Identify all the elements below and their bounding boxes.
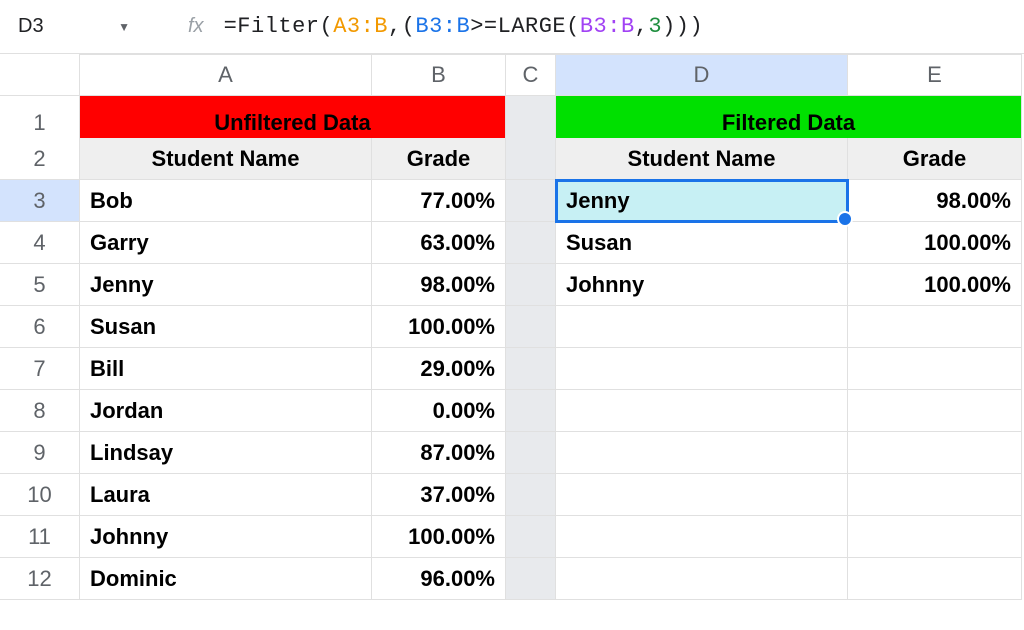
table-row[interactable]: 98.00% <box>848 180 1022 222</box>
table-row[interactable]: Bill <box>80 348 372 390</box>
table-row[interactable]: Jenny <box>556 180 848 222</box>
row-header-12[interactable]: 12 <box>0 558 80 600</box>
table-row[interactable] <box>848 558 1022 600</box>
table-row[interactable]: 29.00% <box>372 348 506 390</box>
table-row[interactable]: 100.00% <box>848 222 1022 264</box>
table-row[interactable] <box>848 390 1022 432</box>
table-row[interactable] <box>556 558 848 600</box>
row-header-11[interactable]: 11 <box>0 516 80 558</box>
table-row[interactable]: 37.00% <box>372 474 506 516</box>
cell-C4[interactable] <box>506 222 556 264</box>
table-row[interactable]: Susan <box>80 306 372 348</box>
formula-token: >=LARGE( <box>470 14 580 39</box>
row-header-10[interactable]: 10 <box>0 474 80 516</box>
col-header-B[interactable]: B <box>372 54 506 96</box>
table-row[interactable]: Lindsay <box>80 432 372 474</box>
table-row[interactable]: Johnny <box>556 264 848 306</box>
table-row[interactable] <box>556 432 848 474</box>
formula-token: 3 <box>648 14 662 39</box>
table-row[interactable]: 100.00% <box>372 306 506 348</box>
cell-C11[interactable] <box>506 516 556 558</box>
table-row[interactable] <box>848 474 1022 516</box>
spreadsheet-grid[interactable]: ABCDE1Unfiltered DataFiltered Data2Stude… <box>0 54 1024 600</box>
chevron-down-icon[interactable]: ▼ <box>118 20 130 34</box>
table-row[interactable]: 87.00% <box>372 432 506 474</box>
table-row[interactable] <box>848 306 1022 348</box>
fx-icon: fx <box>138 15 224 38</box>
table-row[interactable]: 63.00% <box>372 222 506 264</box>
col-header-A[interactable]: A <box>80 54 372 96</box>
filtered-col-student: Student Name <box>556 138 848 180</box>
formula-token: =Filter( <box>224 14 334 39</box>
col-header-D[interactable]: D <box>556 54 848 96</box>
table-row[interactable]: Laura <box>80 474 372 516</box>
table-row[interactable]: Bob <box>80 180 372 222</box>
cell-C5[interactable] <box>506 264 556 306</box>
cell-C6[interactable] <box>506 306 556 348</box>
table-row[interactable] <box>556 306 848 348</box>
formula-token: A3:B <box>333 14 388 39</box>
table-row[interactable]: Dominic <box>80 558 372 600</box>
cell-C7[interactable] <box>506 348 556 390</box>
table-row[interactable] <box>556 516 848 558</box>
row-header-3[interactable]: 3 <box>0 180 80 222</box>
table-row[interactable] <box>556 390 848 432</box>
row-header-9[interactable]: 9 <box>0 432 80 474</box>
formula-input[interactable]: =Filter(A3:B,(B3:B>=LARGE(B3:B,3))) <box>224 14 1016 39</box>
row-header-4[interactable]: 4 <box>0 222 80 264</box>
table-row[interactable] <box>556 348 848 390</box>
col-header-E[interactable]: E <box>848 54 1022 96</box>
formula-token: B3:B <box>415 14 470 39</box>
table-row[interactable]: 77.00% <box>372 180 506 222</box>
row-header-5[interactable]: 5 <box>0 264 80 306</box>
unfiltered-col-grade: Grade <box>372 138 506 180</box>
cell-C3[interactable] <box>506 180 556 222</box>
cell-C12[interactable] <box>506 558 556 600</box>
row-header-7[interactable]: 7 <box>0 348 80 390</box>
cell-C10[interactable] <box>506 474 556 516</box>
table-row[interactable]: Jenny <box>80 264 372 306</box>
unfiltered-col-student: Student Name <box>80 138 372 180</box>
table-row[interactable]: Jordan <box>80 390 372 432</box>
formula-token: B3:B <box>580 14 635 39</box>
table-row[interactable]: Garry <box>80 222 372 264</box>
table-row[interactable]: 0.00% <box>372 390 506 432</box>
formula-token: ,( <box>388 14 415 39</box>
table-row[interactable]: 100.00% <box>372 516 506 558</box>
formula-token: , <box>635 14 649 39</box>
table-row[interactable] <box>556 474 848 516</box>
table-row[interactable]: 100.00% <box>848 264 1022 306</box>
row-header-8[interactable]: 8 <box>0 390 80 432</box>
table-row[interactable]: 98.00% <box>372 264 506 306</box>
table-row[interactable]: Johnny <box>80 516 372 558</box>
table-row[interactable] <box>848 432 1022 474</box>
table-row[interactable] <box>848 348 1022 390</box>
table-row[interactable]: Susan <box>556 222 848 264</box>
name-box-value: D3 <box>18 15 44 38</box>
row-header-2[interactable]: 2 <box>0 138 80 180</box>
select-all-corner[interactable] <box>0 54 80 96</box>
cell-C9[interactable] <box>506 432 556 474</box>
table-row[interactable]: 96.00% <box>372 558 506 600</box>
cell-C8[interactable] <box>506 390 556 432</box>
cell-C2[interactable] <box>506 138 556 180</box>
formula-token: ))) <box>662 14 703 39</box>
col-header-C[interactable]: C <box>506 54 556 96</box>
name-box[interactable]: D3 ▼ <box>8 10 138 44</box>
formula-bar: D3 ▼ fx =Filter(A3:B,(B3:B>=LARGE(B3:B,3… <box>0 0 1024 54</box>
table-row[interactable] <box>848 516 1022 558</box>
row-header-6[interactable]: 6 <box>0 306 80 348</box>
filtered-col-grade: Grade <box>848 138 1022 180</box>
